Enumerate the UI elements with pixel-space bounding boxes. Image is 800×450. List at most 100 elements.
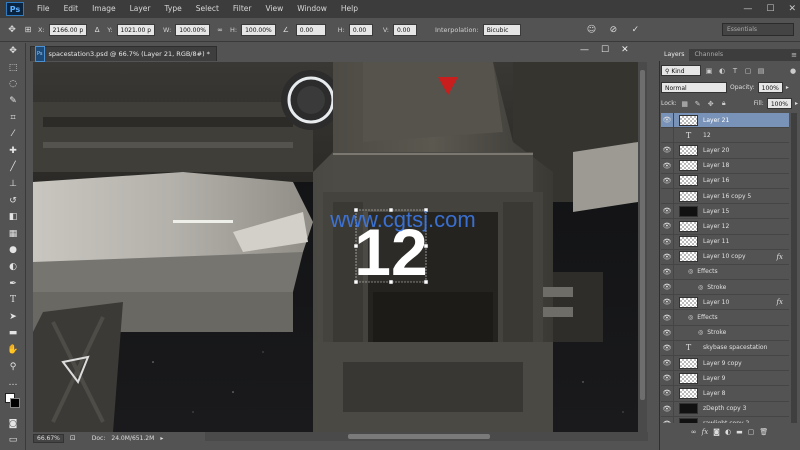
layer-row[interactable]: 👁︎ Layer 12 [661,219,789,235]
visibility-eye-icon[interactable]: 👁︎ [661,310,674,325]
blur-tool-icon[interactable]: ● [0,242,26,259]
layer-row[interactable]: 👁︎ Layer 18 [661,158,789,174]
layer-row[interactable]: 👁︎ T 12 [661,128,789,144]
menu-edit[interactable]: Edit [57,0,86,18]
path-selection-icon[interactable]: ➤ [0,309,26,326]
visibility-eye-icon[interactable]: 👁︎ [661,295,674,310]
doc-minimize-button[interactable]: — [580,45,589,55]
layer-row[interactable]: 👁︎ Layer 15 [661,204,789,220]
lock-image-icon[interactable]: ✎ [693,99,703,109]
zoom-tool-icon[interactable]: ⚲ [0,358,26,375]
adjustment-layer-icon[interactable]: ◐ [725,428,731,436]
filter-type-icon[interactable]: T [730,66,740,76]
layers-scrollbar[interactable] [791,113,797,423]
window-minimize-button[interactable]: — [743,4,752,14]
layer-fx-badge[interactable]: fx [776,298,783,306]
tab-layers[interactable]: Layers [659,49,690,61]
menu-view[interactable]: View [258,0,290,18]
healing-brush-icon[interactable]: ✚ [0,143,26,160]
layer-effect-row[interactable]: 👁︎ ◎ Stroke [661,280,789,296]
filter-smart-icon[interactable]: ▤ [756,66,766,76]
workspace-select[interactable]: Essentials [722,23,794,36]
blend-mode-select[interactable]: Normal [661,82,727,93]
warp-icon[interactable]: ☺ [585,24,597,36]
window-close-button[interactable]: ✕ [788,4,796,14]
filter-pixel-icon[interactable]: ▣ [704,66,714,76]
visibility-eye-icon[interactable]: 👁︎ [661,173,674,188]
w-field[interactable]: 100.00% [175,23,210,36]
move-tool-preset-icon[interactable]: ✥ [6,24,18,36]
lock-all-icon[interactable]: 🔒︎ [719,99,729,109]
document-canvas[interactable]: 12 www.cgtsj.com [33,62,638,432]
add-mask-icon[interactable]: ◙ [713,428,720,436]
visibility-eye-icon[interactable]: 👁︎ [661,371,674,386]
gradient-tool-icon[interactable]: ▦ [0,226,26,243]
visibility-eye-icon[interactable]: 👁︎ [661,325,674,340]
fill-field[interactable]: 100% [766,98,792,109]
y-field[interactable]: 1021.00 p [116,23,156,36]
delete-layer-icon[interactable]: 🗑︎ [759,428,768,436]
quick-mask-icon[interactable]: ◙ [0,415,26,432]
status-icon[interactable]: ⊡ [70,434,76,442]
visibility-eye-icon[interactable]: 👁︎ [661,234,674,249]
visibility-eye-icon[interactable]: 👁︎ [661,143,674,158]
visibility-eye-icon[interactable]: 👁︎ [661,386,674,401]
opacity-field[interactable]: 100% [757,82,783,93]
eyedropper-tool-icon[interactable]: ⁄ [0,126,26,143]
layer-row[interactable]: 👁︎ Layer 9 copy [661,356,789,372]
layer-row[interactable]: 👁︎ Layer 20 [661,143,789,159]
new-group-icon[interactable]: ▬ [736,428,743,436]
link-icon[interactable]: ∞ [214,24,226,36]
link-layers-icon[interactable]: ∞ [691,428,697,436]
eraser-tool-icon[interactable]: ◧ [0,209,26,226]
menu-filter[interactable]: Filter [226,0,259,18]
angle-field[interactable]: 0.00 [295,23,326,36]
brush-tool-icon[interactable]: ╱ [0,159,26,176]
dodge-tool-icon[interactable]: ◐ [0,259,26,276]
menu-window[interactable]: Window [290,0,334,18]
layer-row[interactable]: 👁︎ Layer 21 [661,113,789,129]
tab-channels[interactable]: Channels [689,49,728,61]
layer-row[interactable]: 👁︎ Layer 9 [661,371,789,387]
visibility-eye-icon[interactable]: 👁︎ [661,188,674,204]
reference-point-icon[interactable]: ⊞ [22,24,34,36]
menu-file[interactable]: File [30,0,57,18]
visibility-eye-icon[interactable]: 👁︎ [661,340,674,355]
doc-maximize-button[interactable]: ☐ [601,45,609,55]
panel-menu-icon[interactable]: ≡ [791,49,797,61]
doc-close-button[interactable]: ✕ [621,45,629,55]
visibility-eye-icon[interactable]: 👁︎ [661,356,674,371]
layer-row[interactable]: 👁︎ Layer 16 copy 5 [661,188,789,205]
lock-position-icon[interactable]: ✥ [706,99,716,109]
menu-image[interactable]: Image [85,0,123,18]
shape-tool-icon[interactable]: ▬ [0,325,26,342]
filter-kind-select[interactable]: ⚲ Kind [661,65,701,76]
menu-layer[interactable]: Layer [123,0,158,18]
visibility-eye-icon[interactable]: 👁︎ [661,113,674,128]
lasso-tool-icon[interactable]: ◌ [0,76,26,93]
visibility-eye-icon[interactable]: 👁︎ [661,158,674,173]
layer-fx-badge[interactable]: fx [776,253,783,261]
new-layer-icon[interactable]: ▢ [748,428,755,436]
v-skew-field[interactable]: 0.00 [392,23,417,36]
layer-row[interactable]: 👁︎ Tskybase spacestation [661,340,789,356]
pen-tool-icon[interactable]: ✒ [0,275,26,292]
layer-row[interactable]: 👁︎ zDepth copy 3 [661,401,789,417]
visibility-eye-icon[interactable]: 👁︎ [661,280,674,295]
cancel-transform-icon[interactable]: ⊘ [607,24,619,36]
menu-help[interactable]: Help [334,0,365,18]
visibility-eye-icon[interactable]: 👁︎ [661,249,674,264]
window-maximize-button[interactable]: ☐ [766,4,774,14]
x-field[interactable]: 2166.00 p [48,23,88,36]
layer-row[interactable]: 👁︎ Layer 10 copy fx [661,249,789,265]
move-tool-icon[interactable]: ✥ [0,43,26,60]
screen-mode-icon[interactable]: ▭ [0,432,26,449]
canvas-horizontal-scroll-thumb[interactable] [348,434,490,439]
clone-stamp-icon[interactable]: ⊥ [0,176,26,193]
layer-row[interactable]: 👁︎ Layer 8 [661,386,789,402]
filter-shape-icon[interactable]: ▢ [743,66,753,76]
menu-select[interactable]: Select [189,0,226,18]
layer-row[interactable]: 👁︎ rawlight copy 2 [661,416,789,423]
h-field[interactable]: 100.00% [241,23,276,36]
layer-row[interactable]: 👁︎ Layer 11 [661,234,789,250]
